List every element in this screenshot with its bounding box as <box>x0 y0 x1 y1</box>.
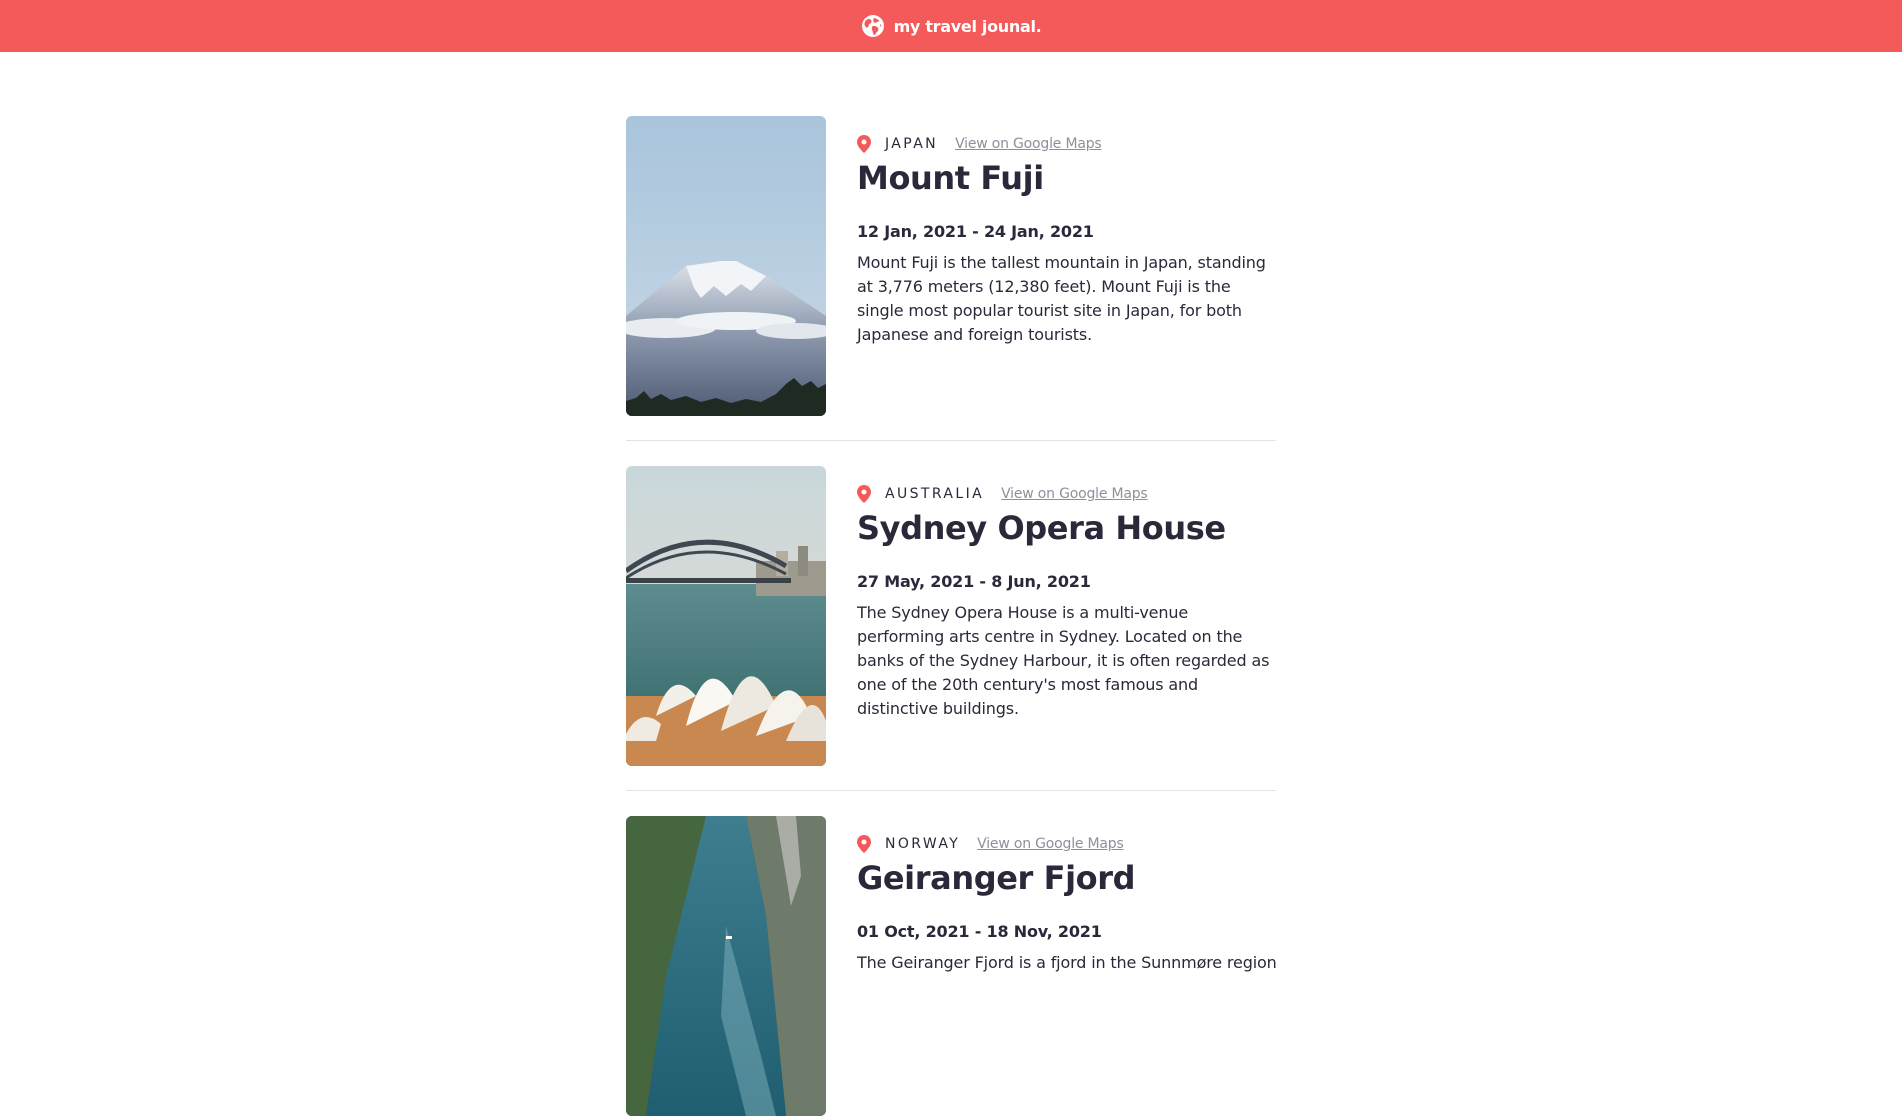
entry-divider <box>626 440 1276 441</box>
google-maps-link[interactable]: View on Google Maps <box>955 136 1102 152</box>
trip-dates: 27 May, 2021 - 8 Jun, 2021 <box>857 572 1091 591</box>
country-label: NORWAY <box>885 836 961 852</box>
travel-entries-list: JAPAN View on Google Maps Mount Fuji 12 … <box>626 116 1277 1116</box>
place-description: The Sydney Opera House is a multi-venue … <box>857 603 1270 718</box>
mount-fuji-photo <box>626 116 826 416</box>
travel-entry: JAPAN View on Google Maps Mount Fuji 12 … <box>626 116 1277 441</box>
place-description: Mount Fuji is the tallest mountain in Ja… <box>857 253 1266 344</box>
place-title: Mount Fuji <box>857 159 1044 197</box>
sydney-opera-house-photo <box>626 466 826 766</box>
location-pin-icon <box>857 835 871 853</box>
place-description: The Geiranger Fjord is a fjord in the Su… <box>857 953 1277 972</box>
entry-info: NORWAY View on Google Maps Geiranger Fjo… <box>857 816 1277 1116</box>
travel-entry: AUSTRALIA View on Google Maps Sydney Ope… <box>626 466 1277 791</box>
trip-dates: 12 Jan, 2021 - 24 Jan, 2021 <box>857 222 1094 241</box>
google-maps-link[interactable]: View on Google Maps <box>1001 486 1148 502</box>
location-pin-icon <box>857 135 871 153</box>
entry-info: AUSTRALIA View on Google Maps Sydney Ope… <box>857 466 1277 766</box>
app-title: my travel jounal. <box>893 16 1042 36</box>
location-pin-icon <box>857 485 871 503</box>
location-row: NORWAY View on Google Maps <box>857 834 1277 854</box>
globe-icon <box>861 14 885 38</box>
country-label: AUSTRALIA <box>885 486 985 502</box>
place-title: Sydney Opera House <box>857 509 1226 547</box>
location-row: AUSTRALIA View on Google Maps <box>857 484 1277 504</box>
trip-dates: 01 Oct, 2021 - 18 Nov, 2021 <box>857 922 1102 941</box>
place-title: Geiranger Fjord <box>857 859 1136 897</box>
location-row: JAPAN View on Google Maps <box>857 134 1277 154</box>
geiranger-fjord-photo <box>626 816 826 1116</box>
top-navbar: my travel jounal. <box>0 0 1902 52</box>
google-maps-link[interactable]: View on Google Maps <box>977 836 1124 852</box>
travel-entry: NORWAY View on Google Maps Geiranger Fjo… <box>626 816 1277 1116</box>
country-label: JAPAN <box>885 136 939 152</box>
entry-divider <box>626 790 1276 791</box>
entry-info: JAPAN View on Google Maps Mount Fuji 12 … <box>857 116 1277 416</box>
